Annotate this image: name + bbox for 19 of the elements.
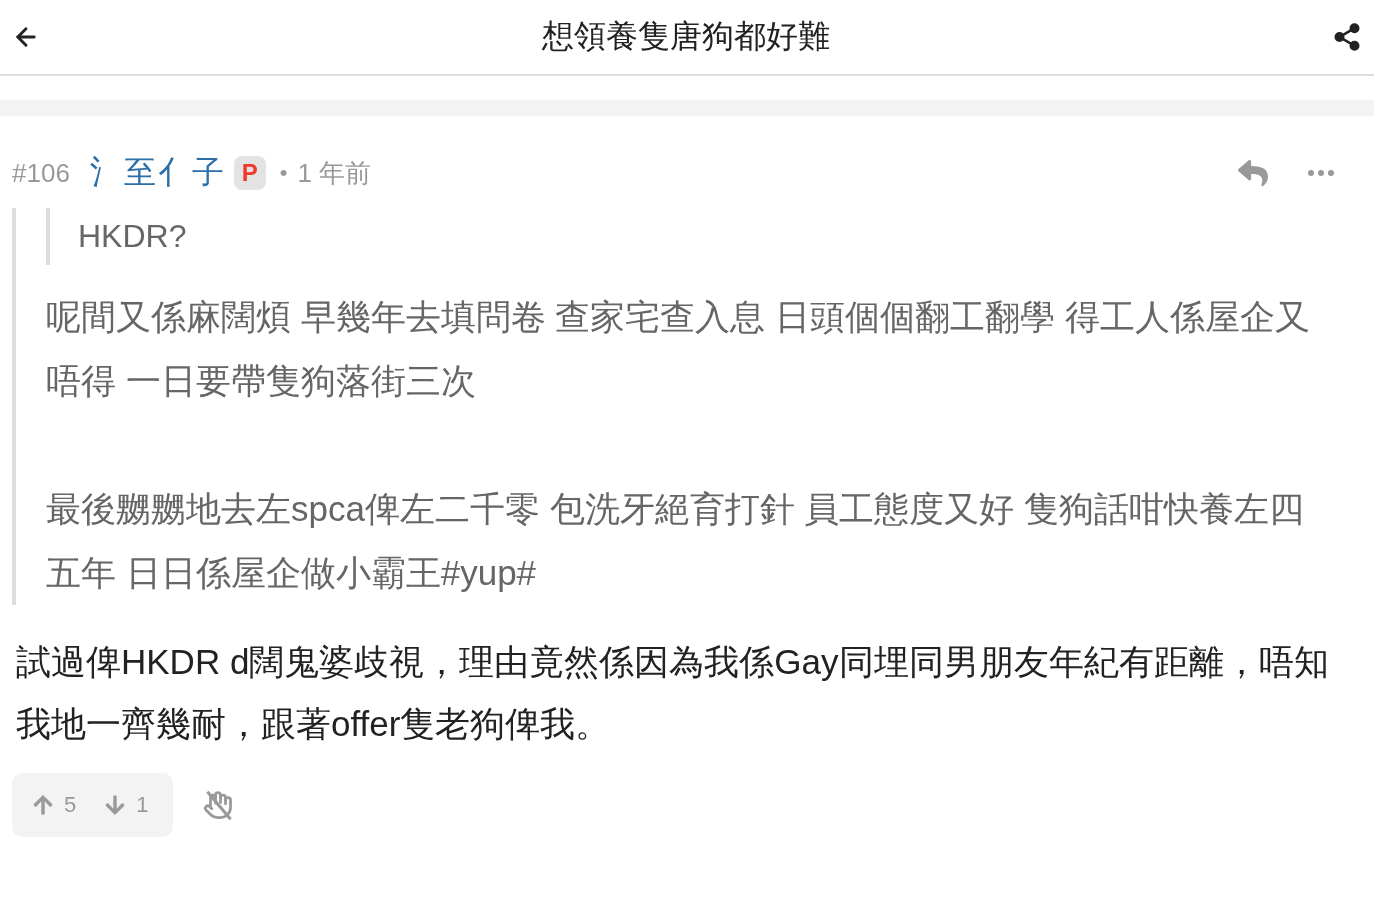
author-link[interactable]: 氵至亻子 [89, 151, 226, 195]
down-arrow-icon [104, 794, 127, 816]
quote-paragraph: 呢間又係麻闊煩 早幾年去填問卷 查家宅查入息 日頭個個翻工翻學 得工人係屋企又唔得 一日要帶隻狗落街三次 [46, 296, 1311, 402]
more-button[interactable] [1308, 170, 1334, 176]
user-badge: P [233, 156, 266, 190]
post-number: #106 [12, 157, 70, 189]
downvote-button[interactable]: 1 [104, 792, 149, 818]
separator-dot: • [279, 160, 288, 186]
quote-paragraph: 最後嬲嬲地去左spca俾左二千零 包洗牙絕育打針 員工態度又好 隻狗話咁快養左四五年 日日係屋企做小霸王#yup# [46, 488, 1306, 594]
up-arrow-icon [32, 794, 54, 816]
upvote-button[interactable]: 5 [32, 792, 77, 818]
post-time: 1 年前 [297, 156, 372, 190]
page-title: 想領養隻唐狗都好難 [542, 17, 830, 56]
more-icon [1308, 170, 1334, 176]
share-button[interactable] [1332, 22, 1362, 52]
hand-off-icon[interactable] [202, 790, 233, 820]
post-body: 試過俾HKDR d闊鬼婆歧視，理由竟然係因為我係Gay同埋同男朋友年紀有距離，唔知我地一齊幾耐，跟著offer隻老狗俾我。 [15, 641, 1330, 745]
nested-quote: HKDR? [46, 208, 1324, 265]
reply-button[interactable] [1238, 158, 1268, 188]
